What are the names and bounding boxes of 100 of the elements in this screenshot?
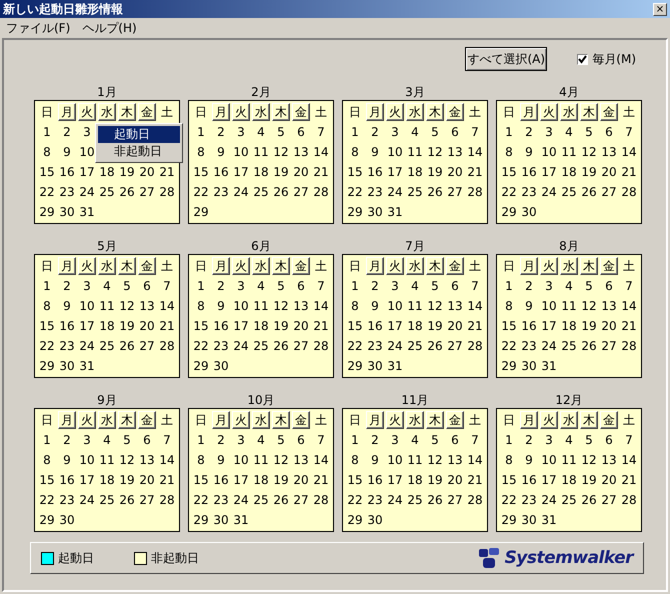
day-cell[interactable]: 13 [599,142,619,162]
day-cell[interactable]: 26 [579,182,599,202]
day-cell[interactable]: 7 [465,430,485,450]
day-cell[interactable]: 12 [425,296,445,316]
day-cell[interactable]: 1 [499,276,519,296]
day-cell[interactable]: 30 [57,202,77,222]
day-cell[interactable]: 23 [211,182,231,202]
day-cell[interactable]: 10 [77,296,97,316]
day-cell[interactable]: 16 [57,470,77,490]
day-cell[interactable]: 9 [365,296,385,316]
day-cell[interactable]: 24 [77,182,97,202]
day-cell[interactable]: 18 [97,316,117,336]
day-cell[interactable]: 5 [579,122,599,142]
weekday-button[interactable]: 木 [426,257,444,275]
day-cell[interactable]: 10 [231,450,251,470]
day-cell[interactable]: 22 [499,182,519,202]
day-cell[interactable]: 6 [445,122,465,142]
day-cell[interactable]: 14 [465,142,485,162]
day-cell[interactable]: 4 [251,430,271,450]
day-cell[interactable]: 9 [519,450,539,470]
day-cell[interactable]: 13 [599,450,619,470]
day-cell[interactable]: 27 [137,490,157,510]
day-cell[interactable]: 4 [251,122,271,142]
day-cell[interactable]: 16 [211,162,231,182]
day-cell[interactable]: 21 [619,162,639,182]
day-cell[interactable]: 6 [137,276,157,296]
day-cell[interactable]: 28 [465,336,485,356]
weekday-button[interactable]: 火 [386,103,404,121]
day-cell[interactable]: 11 [97,450,117,470]
menu-item[interactable]: ファイル(F) [2,20,74,36]
day-cell[interactable]: 17 [77,470,97,490]
day-cell[interactable]: 11 [405,450,425,470]
day-cell[interactable]: 1 [499,122,519,142]
day-cell[interactable]: 22 [345,336,365,356]
day-cell[interactable]: 14 [465,450,485,470]
day-cell[interactable]: 27 [137,182,157,202]
weekday-button[interactable]: 木 [580,411,598,429]
weekday-button[interactable]: 月 [58,103,76,121]
weekday-button[interactable]: 火 [540,257,558,275]
day-cell[interactable]: 15 [37,470,57,490]
weekday-button[interactable]: 金 [600,411,618,429]
day-cell[interactable]: 17 [539,162,559,182]
day-cell[interactable]: 31 [539,356,559,376]
day-cell[interactable]: 16 [57,162,77,182]
day-cell[interactable]: 30 [211,356,231,376]
day-cell[interactable]: 24 [231,490,251,510]
day-cell[interactable]: 23 [57,336,77,356]
day-cell[interactable]: 19 [271,470,291,490]
day-cell[interactable]: 24 [539,182,559,202]
day-cell[interactable]: 25 [251,336,271,356]
day-cell[interactable]: 16 [519,470,539,490]
day-cell[interactable]: 21 [157,470,177,490]
day-cell[interactable]: 17 [231,316,251,336]
day-cell[interactable]: 24 [539,336,559,356]
day-cell[interactable]: 26 [271,182,291,202]
day-cell[interactable]: 29 [191,202,211,222]
day-cell[interactable]: 4 [559,430,579,450]
day-cell[interactable]: 3 [231,430,251,450]
day-cell[interactable]: 12 [579,296,599,316]
day-cell[interactable]: 14 [311,142,331,162]
weekday-button[interactable]: 月 [58,411,76,429]
day-cell[interactable]: 18 [251,316,271,336]
day-cell[interactable]: 30 [365,202,385,222]
day-cell[interactable]: 4 [97,430,117,450]
day-cell[interactable]: 10 [77,142,97,162]
day-cell[interactable]: 18 [559,316,579,336]
day-cell[interactable]: 15 [499,470,519,490]
weekday-button[interactable]: 水 [252,411,270,429]
day-cell[interactable]: 6 [599,122,619,142]
day-cell[interactable]: 1 [37,276,57,296]
day-cell[interactable]: 26 [117,336,137,356]
day-cell[interactable]: 15 [191,470,211,490]
day-cell[interactable]: 6 [445,276,465,296]
day-cell[interactable]: 11 [251,296,271,316]
day-cell[interactable]: 19 [425,316,445,336]
day-cell[interactable]: 23 [519,336,539,356]
day-cell[interactable]: 27 [445,490,465,510]
day-cell[interactable]: 16 [211,316,231,336]
day-cell[interactable]: 18 [405,162,425,182]
day-cell[interactable]: 7 [157,430,177,450]
day-cell[interactable]: 13 [445,296,465,316]
day-cell[interactable]: 18 [559,470,579,490]
day-cell[interactable]: 9 [519,296,539,316]
day-cell[interactable]: 8 [37,450,57,470]
day-cell[interactable]: 5 [579,430,599,450]
day-cell[interactable]: 17 [539,316,559,336]
day-cell[interactable]: 11 [251,142,271,162]
day-cell[interactable]: 11 [559,296,579,316]
day-cell[interactable]: 8 [345,450,365,470]
day-cell[interactable]: 24 [385,490,405,510]
weekday-button[interactable]: 水 [560,103,578,121]
weekday-button[interactable]: 水 [98,103,116,121]
day-cell[interactable]: 15 [499,316,519,336]
day-cell[interactable]: 23 [365,336,385,356]
day-cell[interactable]: 25 [559,182,579,202]
day-cell[interactable]: 8 [345,142,365,162]
weekday-button[interactable]: 火 [386,411,404,429]
day-cell[interactable]: 5 [579,276,599,296]
day-cell[interactable]: 25 [559,336,579,356]
day-cell[interactable]: 30 [519,202,539,222]
